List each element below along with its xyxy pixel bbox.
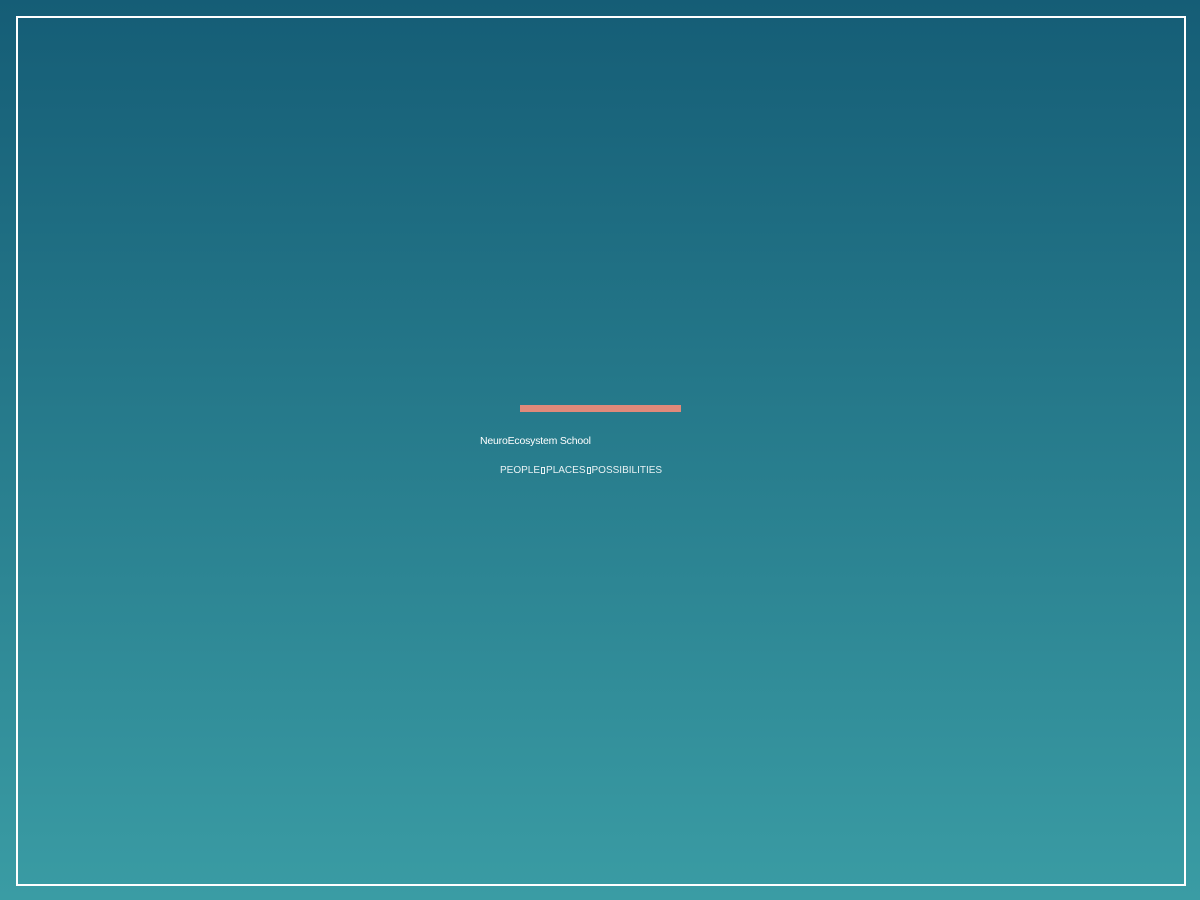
tagline: PEOPLE PLACES POSSIBILITIES [500,464,662,478]
separator-icon [586,467,591,474]
tagline-word-people: PEOPLE [500,465,541,476]
slide-frame [16,16,1186,886]
separator-icon [541,467,546,474]
tagline-word-places: PLACES [546,465,586,476]
school-name: NeuroEcosystem School [480,435,591,447]
accent-bar [520,405,681,412]
tagline-word-possibilities: POSSIBILITIES [591,465,663,476]
